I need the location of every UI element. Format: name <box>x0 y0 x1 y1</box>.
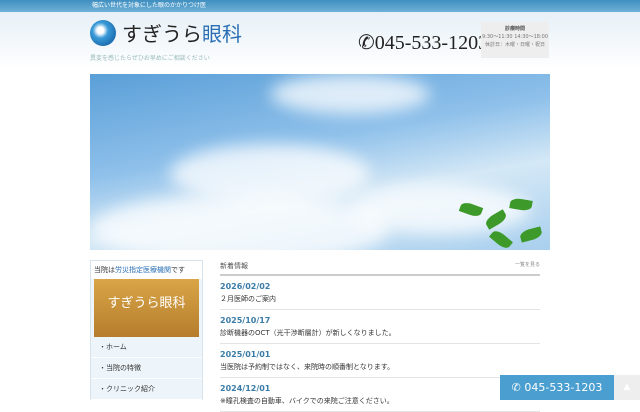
header-subtitle: 異変を感じたらぜひお早めにご相談ください <box>90 55 210 62</box>
arrow-up-icon: ▲ <box>623 382 631 392</box>
hours-title: 診療時間 <box>504 26 525 32</box>
news-item[interactable]: 2025/01/01 当医院は予約制ではなく、来院時の順番制となります。 <box>220 344 540 378</box>
news-date: 2024/12/01 <box>220 384 271 393</box>
sidebar-item-home[interactable]: ・ホーム <box>91 337 202 358</box>
logo-icon <box>90 19 116 46</box>
phone-icon: ✆ <box>358 32 375 54</box>
news-text: ２月医師のご案内 <box>220 295 276 303</box>
top-tagline-bar: 幅広い世代を対象にした眼のかかりつけ医 <box>0 0 640 12</box>
sidebar-item-clinic[interactable]: ・クリニック紹介 <box>91 379 202 400</box>
call-number: 045-533-1203 <box>524 381 603 394</box>
clinic-logo[interactable]: すぎうら眼科 <box>90 18 242 47</box>
clinic-hours: 診療時間 9:30〜11:30 14:30〜18:00 休診日：木曜・日曜・祝日 <box>481 22 549 58</box>
news-section: 新着情報 一覧を見る 2026/02/02 ２月医師のご案内 2025/10/17 診… <box>220 258 540 412</box>
header-phone[interactable]: ✆045-533-1203 <box>358 30 488 55</box>
logo-main: すぎうら <box>122 22 202 46</box>
news-date: 2025/01/01 <box>220 350 271 359</box>
news-text: 当医院は予約制ではなく、来院時の順番制となります。 <box>220 363 395 371</box>
news-item[interactable]: 2026/02/02 ２月医師のご案内 <box>220 276 540 310</box>
badge-pre: 当院は <box>94 266 115 274</box>
badge-post: です <box>171 266 185 274</box>
badge-accent: 労災指定医療機関 <box>115 266 171 274</box>
news-text: ※瞳孔検査の自動車、バイクでの来院ご注意ください。 <box>220 397 394 405</box>
hero-sky-image <box>90 74 550 250</box>
nav-label: 当院の特徴 <box>106 364 141 372</box>
sidebar: 当院は労災指定医療機関です すぎうら眼科 ・ホーム ・当院の特徴 ・クリニック紹… <box>90 260 203 400</box>
hours-closed: 休診日：木曜・日曜・祝日 <box>484 42 545 48</box>
clinic-photo: すぎうら眼科 <box>94 279 199 337</box>
news-text: 診断機器のOCT（光干渉断層計）が新しくなりました。 <box>220 329 396 337</box>
phone-number: 045-533-1203 <box>374 32 489 54</box>
floating-call-button[interactable]: ✆ 045-533-1203 <box>500 375 614 400</box>
sidebar-item-features[interactable]: ・当院の特徴 <box>91 358 202 379</box>
header: すぎうら眼科 異変を感じたらぜひお早めにご相談ください ✆045-533-120… <box>0 12 640 70</box>
news-more-link[interactable]: 一覧を見る <box>515 261 540 271</box>
nav-label: ホーム <box>106 343 127 351</box>
tagline: 幅広い世代を対象にした眼のかかりつけ医 <box>92 2 207 9</box>
photo-sign-text: すぎうら眼科 <box>107 296 186 311</box>
news-item[interactable]: 2024/12/01 ※瞳孔検査の自動車、バイクでの来院ご注意ください。 <box>220 378 540 412</box>
news-title: 新着情報 <box>220 262 248 270</box>
phone-icon: ✆ <box>511 381 525 394</box>
news-date: 2025/10/17 <box>220 316 271 325</box>
sidebar-nav: ・ホーム ・当院の特徴 ・クリニック紹介 <box>91 337 202 400</box>
rousai-badge[interactable]: 当院は労災指定医療機関です <box>91 261 202 279</box>
news-date: 2026/02/02 <box>220 282 271 291</box>
back-to-top-button[interactable]: ▲ <box>614 375 640 400</box>
nav-label: クリニック紹介 <box>106 385 155 393</box>
logo-accent: 眼科 <box>202 22 242 46</box>
hours-times: 9:30〜11:30 14:30〜18:00 <box>481 34 549 40</box>
news-item[interactable]: 2025/10/17 診断機器のOCT（光干渉断層計）が新しくなりました。 <box>220 310 540 344</box>
